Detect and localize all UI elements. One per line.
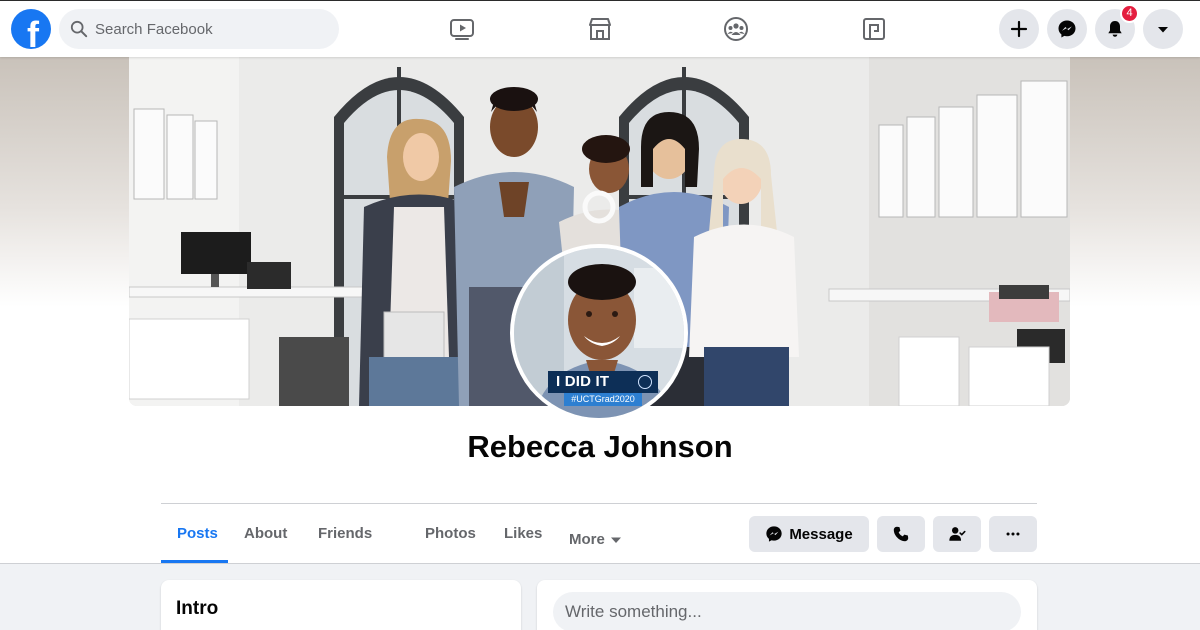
watch-tab[interactable] — [447, 14, 477, 44]
groups-icon — [724, 17, 748, 41]
watch-icon — [450, 19, 474, 40]
intro-title: Intro — [176, 598, 219, 619]
post-composer-input[interactable]: Write something... — [553, 592, 1021, 630]
call-button[interactable] — [877, 516, 925, 552]
gaming-tab[interactable] — [859, 14, 889, 44]
friend-status-icon — [949, 527, 966, 541]
messenger-button[interactable] — [1047, 9, 1087, 49]
friend-status-button[interactable] — [933, 516, 981, 552]
profile-picture[interactable]: I DID IT #UCTGrad2020 — [510, 244, 688, 422]
profile-picture-image: I DID IT #UCTGrad2020 — [514, 248, 684, 418]
tab-photos[interactable]: Photos — [425, 515, 476, 564]
caret-down-icon — [610, 537, 621, 543]
intro-card: Intro — [161, 580, 521, 630]
tab-more[interactable]: More — [569, 515, 622, 564]
profile-frame-banner: I DID IT — [548, 371, 658, 393]
notifications-icon — [1108, 21, 1122, 37]
top-navigation-bar: f Search Facebook 4 — [0, 0, 1200, 57]
profile-header: I DID IT #UCTGrad2020 Rebecca Johnson Po… — [0, 57, 1200, 564]
university-seal-icon — [638, 375, 652, 389]
profile-frame-text: I DID IT — [556, 373, 610, 390]
marketplace-tab[interactable] — [585, 14, 615, 44]
header-divider — [161, 503, 1037, 504]
caret-down-icon — [1158, 27, 1168, 33]
composer-card: Write something... — [537, 580, 1037, 630]
account-menu-button[interactable] — [1143, 9, 1183, 49]
tab-about[interactable]: About — [244, 515, 287, 564]
search-input[interactable] — [95, 20, 325, 38]
facebook-logo-letter: f — [27, 14, 39, 50]
phone-icon — [893, 526, 909, 542]
search-icon — [70, 20, 88, 38]
facebook-logo[interactable]: f — [11, 9, 51, 49]
create-button[interactable] — [999, 9, 1039, 49]
messenger-icon — [766, 526, 782, 542]
tab-posts[interactable]: Posts — [177, 515, 218, 564]
marketplace-icon — [589, 18, 611, 40]
groups-tab[interactable] — [721, 14, 751, 44]
search-box[interactable] — [59, 9, 339, 49]
gaming-icon — [863, 18, 885, 40]
tab-more-label: More — [569, 530, 605, 548]
notification-count-badge: 4 — [1120, 4, 1139, 23]
active-tab-indicator — [161, 560, 228, 563]
more-options-icon — [1006, 532, 1020, 536]
profile-frame-hashtag: #UCTGrad2020 — [564, 393, 642, 406]
notifications-button[interactable]: 4 — [1095, 4, 1139, 49]
message-button[interactable]: Message — [749, 516, 869, 552]
messenger-icon — [1058, 20, 1076, 38]
tab-friends[interactable]: Friends — [318, 515, 372, 564]
profile-name: Rebecca Johnson — [467, 429, 733, 464]
tab-likes[interactable]: Likes — [504, 515, 542, 564]
message-button-label: Message — [789, 525, 853, 543]
more-options-button[interactable] — [989, 516, 1037, 552]
create-icon — [1010, 20, 1028, 38]
